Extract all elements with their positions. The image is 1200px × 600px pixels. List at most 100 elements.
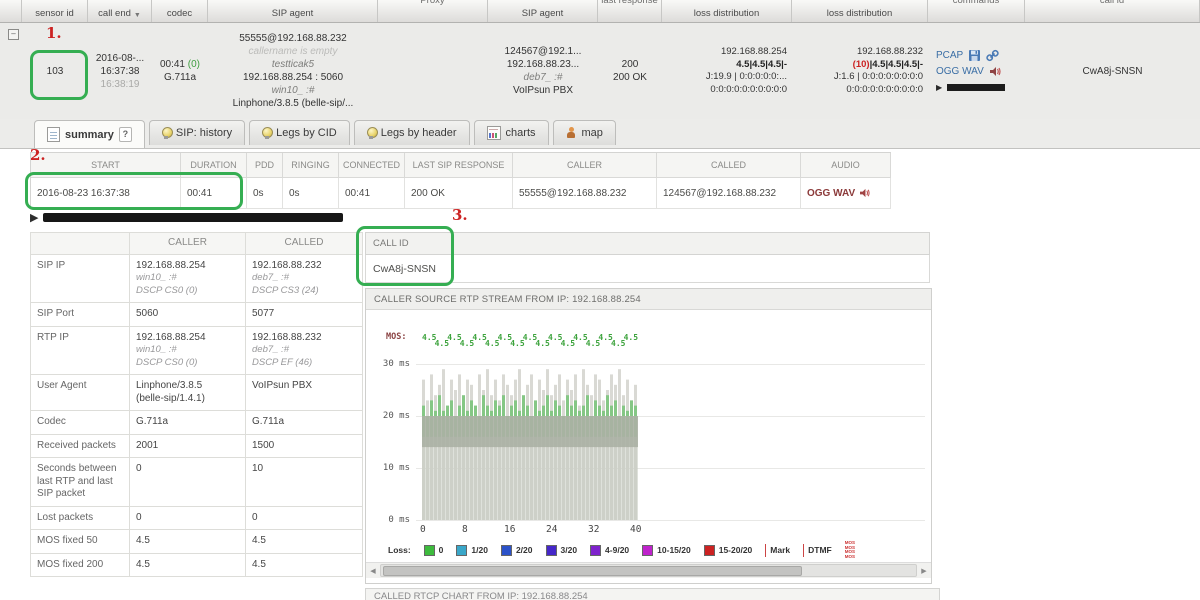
caller-agent-line: callername is empty [249, 45, 338, 58]
column-header-label: commands [953, 0, 999, 6]
tab-legs-by-header[interactable]: Legs by header [354, 120, 470, 145]
tab-sip-history[interactable]: SIP: history [149, 120, 245, 145]
chart-icon [487, 126, 501, 140]
caller-rtp-ip: 192.168.88.254 [721, 46, 787, 59]
commands-cell: PCAP OGG WAV ▶ [928, 23, 1025, 119]
detail-col-header-CALLED: CALLED [246, 232, 363, 255]
summary-cell-connected: 00:41 [339, 178, 405, 209]
column-header-call-end[interactable]: call end▼ [88, 0, 152, 22]
ogg-wav-link[interactable]: OGG WAV [936, 65, 984, 78]
detail-value-line: G.711a [252, 416, 356, 429]
column-header-loss-distribution[interactable]: loss distribution [792, 0, 928, 22]
call-list-row[interactable]: – 103 2016-08-...16:37:3816:38:19 00:41 … [0, 23, 1200, 119]
detail-caller-value: 0 [130, 507, 246, 531]
summary-audio-link[interactable]: OGG WAV [807, 188, 871, 199]
tab-label: map [582, 127, 603, 139]
column-header-label: Proxy [420, 0, 444, 6]
column-header-call-id[interactable]: call id [1025, 0, 1200, 22]
summary-header-duration: DURATION [181, 153, 247, 178]
chart-legend: Loss:01/202/203/204-9/2010-15/2015-20/20… [366, 538, 931, 562]
annotation-number-1: 1. [46, 24, 62, 42]
save-disk-icon[interactable] [968, 49, 981, 62]
caller-sip-agent-cell: 55555@192.168.88.232callername is emptyt… [208, 23, 378, 119]
call-duration: 00:41 (0) [160, 58, 200, 71]
detail-col-header-label [30, 232, 130, 255]
tab-bar: summary?SIP: historyLegs by CIDLegs by h… [0, 119, 1200, 149]
audio-progress-bar[interactable] [43, 213, 343, 222]
legend-item-loss-1-20: 1/20 [456, 545, 488, 556]
bulb-icon [367, 127, 376, 139]
summary-cell-called: 124567@192.168.88.232 [657, 178, 801, 209]
detail-value-line: 192.168.88.254 [136, 260, 239, 273]
column-header-sensor-id[interactable]: sensor id [22, 0, 88, 22]
tab-charts[interactable]: charts [474, 120, 549, 145]
legend-item-loss-4-9-20: 4-9/20 [590, 545, 629, 556]
detail-caller-value: G.711a [130, 411, 246, 435]
call-end-line: 2016-08-... [96, 52, 144, 65]
detail-value-line: deb7_ :# [252, 272, 356, 285]
column-header-commands[interactable]: commands [928, 0, 1025, 22]
help-icon[interactable]: ? [119, 127, 132, 142]
detail-value-line: 4.5 [136, 559, 239, 572]
detail-value-line: DSCP CS0 (0) [136, 357, 239, 370]
called-rtp-ip: 192.168.88.232 [857, 46, 923, 59]
legend-item-label: 3/20 [561, 545, 578, 555]
call-id-value: CwA8j-SNSN [1082, 65, 1142, 78]
scroll-right-arrow[interactable]: ▶ [917, 567, 931, 575]
detail-called-value: VoIPsun PBX [246, 375, 363, 411]
scrollbar-thumb[interactable] [383, 566, 802, 576]
detail-value-line: DSCP EF (46) [252, 357, 356, 370]
tab-legs-by-cid[interactable]: Legs by CID [249, 120, 350, 145]
scrollbar-track[interactable] [380, 564, 917, 577]
called-jitter: J:1.6 | 0:0:0:0:0:0:0:0 [834, 71, 923, 84]
detail-row-codec: CodecG.711aG.711a [30, 411, 364, 435]
summary-header-connected: CONNECTED [339, 153, 405, 178]
legend-item-loss-3-20: 3/20 [546, 545, 578, 556]
pcap-download-link[interactable]: PCAP [936, 49, 963, 62]
summary-header-called: CALLED [657, 153, 801, 178]
mini-progress-bar[interactable] [947, 84, 1005, 91]
legend-color-swatch [590, 545, 601, 556]
tab-summary[interactable]: summary? [34, 120, 145, 148]
summary-cell-duration: 00:41 [181, 178, 247, 209]
column-header-label: SIP agent [522, 8, 564, 19]
sort-descending-icon[interactable]: ▼ [134, 12, 141, 19]
legend-item-loss-2-20: 2/20 [501, 545, 533, 556]
rtp-stream-chart-panel: CALLER SOURCE RTP STREAM FROM IP: 192.16… [365, 288, 932, 584]
legend-color-swatch [704, 545, 715, 556]
detail-called-value: G.711a [246, 411, 363, 435]
detail-row-label: SIP IP [30, 255, 130, 304]
detail-row-received-packets: Received packets20011500 [30, 435, 364, 459]
detail-caller-value: Linphone/3.8.5(belle-sip/1.4.1) [130, 375, 246, 411]
last-response-line: 200 [622, 58, 639, 71]
codec-value: G.711a [164, 71, 196, 84]
detail-value-line: 4.5 [136, 535, 239, 548]
caller-loss-cell: 192.168.88.254 4.5|4.5|4.5|- J:19.9 | 0:… [662, 23, 792, 119]
caller-agent-line: 55555@192.168.88.232 [239, 32, 346, 45]
rtp-jitter-bars [418, 310, 923, 538]
tab-map[interactable]: map [553, 120, 616, 145]
play-button[interactable]: ▶ [30, 211, 38, 224]
duration-flag: (0) [188, 59, 200, 70]
mini-play-icon[interactable]: ▶ [936, 81, 942, 94]
column-header-SIP-agent[interactable]: SIP agent [488, 0, 598, 22]
column-header-SIP-agent[interactable]: SIP agent [208, 0, 378, 22]
call-detail-table: CALLERCALLEDSIP IP192.168.88.254win10_ :… [30, 232, 364, 577]
called-loss-zeros: 0:0:0:0:0:0:0:0:0:0 [846, 84, 923, 97]
share-link-icon[interactable] [986, 49, 999, 62]
collapse-row-icon[interactable]: – [8, 29, 19, 40]
column-header-loss-distribution[interactable]: loss distribution [662, 0, 792, 22]
detail-value-line: 2001 [136, 440, 239, 453]
call-end-cell: 2016-08-...16:37:3816:38:19 [88, 23, 152, 119]
scroll-left-arrow[interactable]: ◀ [366, 567, 380, 575]
column-header-codec[interactable]: codec [152, 0, 208, 22]
chart-title: CALLER SOURCE RTP STREAM FROM IP: 192.16… [366, 289, 931, 310]
detail-header-row: CALLERCALLED [30, 232, 364, 255]
detail-row-label: Seconds between last RTP and last SIP pa… [30, 458, 130, 507]
detail-row-label: Codec [30, 411, 130, 435]
column-header-Proxy[interactable]: Proxy [378, 0, 488, 22]
speaker-icon[interactable] [989, 66, 1002, 77]
column-header-last-response[interactable]: last response [598, 0, 662, 22]
column-header-label: SIP agent [272, 8, 314, 19]
column-header-expand[interactable] [0, 0, 22, 22]
